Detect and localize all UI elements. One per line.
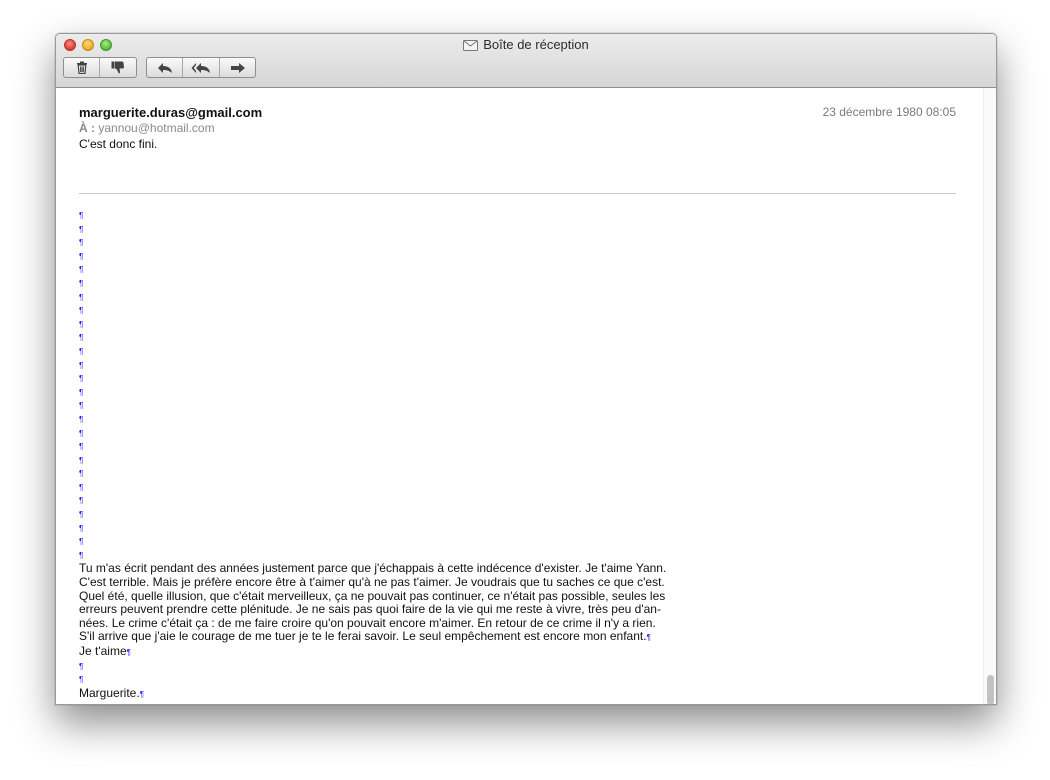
pilcrow-mark: ¶ (79, 537, 84, 547)
pilcrow-mark: ¶ (79, 496, 84, 506)
scrollbar-track[interactable] (983, 88, 996, 704)
body-line: Quel été, quelle illusion, que c'était m… (79, 588, 666, 603)
reply-icon (157, 62, 173, 74)
pilcrow-mark: ¶ (79, 278, 84, 288)
pilcrow-mark: ¶ (79, 523, 84, 533)
reply-forward-group (146, 57, 256, 78)
message-body[interactable]: ¶ ¶ ¶ ¶ ¶ ¶ ¶ ¶ ¶ ¶ ¶ ¶ ¶ ¶ ¶ ¶ ¶ ¶ ¶ ¶ ¶ ¶ ¶ ¶ ¶ ¶ Tu m'as écrit… (79, 209, 679, 701)
closing-text: Je t'aime (79, 644, 127, 658)
body-line: C'est terrible. Mais je préfère encore ê… (79, 575, 665, 590)
envelope-icon (463, 39, 479, 55)
window-title: Boîte de réception (56, 37, 996, 55)
recipient-address[interactable]: yannou@hotmail.com (98, 121, 214, 135)
pilcrow-mark: ¶ (79, 224, 84, 234)
closing-line: Je t'aime¶ (79, 644, 679, 660)
body-line: erreurs peuvent prendre cette plénitude.… (79, 602, 661, 617)
pilcrow-mark: ¶ (139, 689, 144, 699)
message-date: 23 décembre 1980 08:05 (822, 105, 956, 119)
pilcrow-mark: ¶ (79, 265, 84, 275)
pilcrow-mark: ¶ (79, 374, 84, 384)
pilcrow-mark: ¶ (79, 675, 84, 685)
reply-all-icon (191, 62, 211, 74)
pilcrow-mark: ¶ (79, 251, 84, 261)
header-divider (79, 193, 956, 194)
message-header: marguerite.duras@gmail.com 23 décembre 1… (79, 104, 956, 152)
pilcrow-mark: ¶ (79, 319, 84, 329)
title-bar[interactable]: Boîte de réception (56, 34, 996, 88)
delete-junk-group (63, 57, 137, 78)
empty-paragraphs: ¶ ¶ ¶ ¶ ¶ ¶ ¶ ¶ ¶ ¶ ¶ ¶ ¶ ¶ ¶ ¶ ¶ ¶ ¶ ¶ ¶ ¶ ¶ ¶ ¶ ¶ (79, 209, 679, 562)
pilcrow-mark: ¶ (79, 238, 84, 248)
window-title-text: Boîte de réception (483, 37, 589, 52)
pilcrow-mark: ¶ (79, 414, 84, 424)
trash-icon (76, 61, 88, 74)
body-line: Tu m'as écrit pendant des années justeme… (79, 561, 667, 576)
body-line-last: S'il arrive que j'aie le courage de me t… (79, 630, 679, 645)
junk-button[interactable] (100, 58, 136, 77)
signature-line: Marguerite.¶ (79, 685, 679, 702)
pilcrow-mark: ¶ (646, 633, 651, 643)
delete-button[interactable] (64, 58, 100, 77)
pilcrow-mark: ¶ (79, 428, 84, 438)
forward-icon (230, 62, 246, 74)
pilcrow-mark: ¶ (79, 292, 84, 302)
pilcrow-mark: ¶ (79, 346, 84, 356)
scrollbar-thumb[interactable] (987, 675, 994, 704)
recipient-line: À : yannou@hotmail.com (79, 121, 956, 136)
pilcrow-mark: ¶ (79, 387, 84, 397)
pilcrow-mark: ¶ (79, 482, 84, 492)
forward-button[interactable] (220, 58, 255, 77)
pilcrow-mark: ¶ (79, 333, 84, 343)
body-paragraph: Tu m'as écrit pendant des années justeme… (79, 562, 679, 645)
pilcrow-mark: ¶ (79, 661, 84, 671)
thumbs-down-icon (111, 61, 125, 74)
body-line: nées. Le crime c'était ça : de me faire … (79, 615, 656, 630)
pilcrow-mark: ¶ (79, 510, 84, 520)
message-subject: C'est donc fini. (79, 137, 158, 151)
pilcrow-mark: ¶ (79, 211, 84, 220)
pilcrow-mark: ¶ (79, 442, 84, 452)
mail-window: Boîte de réception marguerite.duras@gmai… (55, 33, 997, 705)
message-viewer: marguerite.duras@gmail.com 23 décembre 1… (56, 88, 996, 704)
to-label: À : (79, 121, 95, 135)
pilcrow-mark: ¶ (79, 469, 84, 479)
signature-text: Marguerite. (79, 685, 140, 700)
reply-button[interactable] (147, 58, 183, 77)
pilcrow-mark: ¶ (126, 648, 131, 657)
pilcrow-mark: ¶ (79, 455, 84, 465)
pilcrow-mark: ¶ (79, 360, 84, 370)
pilcrow-mark: ¶ (79, 401, 84, 411)
pilcrow-mark: ¶ (79, 550, 84, 560)
pilcrow-mark: ¶ (79, 306, 84, 316)
reply-all-button[interactable] (183, 58, 220, 77)
body-line-text: S'il arrive que j'aie le courage de me t… (79, 629, 647, 644)
